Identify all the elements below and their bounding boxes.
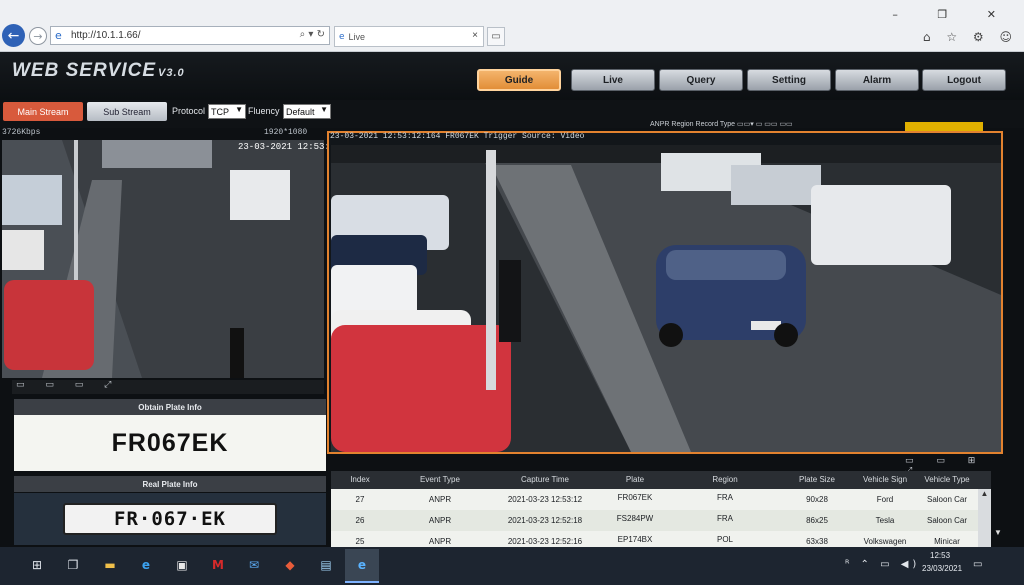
app-gallery-icon[interactable]: ▤: [317, 556, 335, 574]
left-video-scene: [2, 140, 324, 378]
cell-vehicle-sign: Volkswagen: [863, 537, 907, 546]
tray-icons[interactable]: ᴿ ⌃ ▭ ◀): [845, 559, 920, 570]
col-capture-time[interactable]: Capture Time: [505, 475, 585, 484]
cell-capture-time: 2021-03-23 12:52:18: [507, 516, 583, 525]
cell-plate-size: 63x38: [806, 537, 828, 546]
cell-index: 27: [355, 495, 365, 504]
logo-version: V3.0: [158, 67, 185, 79]
tab-title: Live: [348, 31, 366, 42]
real-plate-panel: FR·067·EK: [14, 493, 326, 545]
fluency-label: Fluency: [248, 106, 280, 116]
col-vehicle-type[interactable]: Vehicle Type: [918, 475, 976, 484]
app-red-icon[interactable]: ◆: [281, 556, 299, 574]
cell-index: 25: [355, 537, 365, 546]
window-controls[interactable]: – ❐ ✕: [892, 8, 1014, 21]
col-event-type[interactable]: Event Type: [405, 475, 475, 484]
left-video-timestamp: 23-03-2021 12:53:18: [238, 142, 341, 152]
forward-arrow-icon[interactable]: →: [29, 27, 47, 45]
col-plate-size[interactable]: Plate Size: [790, 475, 844, 484]
ie-tab-icon: e: [339, 31, 345, 42]
col-index[interactable]: Index: [345, 475, 375, 484]
real-plate-image: FR·067·EK: [63, 503, 277, 535]
cell-plate: EP174BX: [617, 535, 653, 544]
fluency-select[interactable]: Default ▼: [283, 104, 331, 119]
left-video-info: 3726Kbps 1920*1080: [2, 128, 322, 140]
protocol-value: TCP: [211, 106, 229, 117]
nav-alarm-button[interactable]: Alarm: [835, 69, 919, 91]
app-logo: WEB SERVICE V3.0: [12, 60, 185, 82]
close-tab-icon[interactable]: ×: [472, 30, 478, 41]
browser-tab-live[interactable]: e Live ×: [334, 26, 484, 47]
resolution: 1920*1080: [264, 128, 308, 137]
cell-vehicle-sign: Ford: [876, 495, 894, 504]
cell-plate: FR067EK: [617, 493, 653, 502]
protocol-select[interactable]: TCP ▼: [208, 104, 246, 119]
file-explorer-icon[interactable]: ▬: [101, 556, 119, 574]
windows-start-icon[interactable]: ⊞: [28, 556, 46, 574]
col-region[interactable]: Region: [700, 475, 750, 484]
main-video-feed[interactable]: [331, 145, 1001, 452]
bitrate: 3726Kbps: [2, 128, 41, 137]
view-layout-tools[interactable]: ▭ ▭ ⊞ ⤢: [905, 456, 995, 476]
mail-icon[interactable]: ✉: [245, 556, 263, 574]
cell-plate: FS284PW: [616, 514, 654, 523]
ie-page-icon: e: [55, 28, 62, 42]
edge-icon[interactable]: e: [137, 556, 155, 574]
cell-region: FRA: [717, 493, 733, 502]
cell-vehicle-type: Saloon Car: [926, 516, 968, 525]
clock-time[interactable]: 12:53: [930, 551, 950, 560]
cell-event-type: ANPR: [428, 516, 452, 525]
cell-event-type: ANPR: [428, 537, 452, 546]
protocol-label: Protocol: [172, 106, 206, 116]
cell-index: 26: [355, 516, 365, 525]
address-bar[interactable]: e http://10.1.1.66/ ⌕ ▾ ↻: [50, 26, 330, 45]
real-plate-title: Real Plate Info: [14, 476, 326, 492]
task-view-icon[interactable]: ❐: [64, 556, 82, 574]
nav-query-button[interactable]: Query: [659, 69, 743, 91]
logo-text: WEB SERVICE: [12, 60, 157, 81]
browser-nav-icons[interactable]: ⌂ ☆ ⚙ ☺: [923, 30, 1018, 44]
scroll-down-icon[interactable]: ▼: [994, 528, 1002, 537]
chevron-down-icon: ▼: [320, 105, 328, 114]
clock-date[interactable]: 23/03/2021: [922, 564, 962, 573]
nav-live-button[interactable]: Live: [571, 69, 655, 91]
notification-icon[interactable]: ▭: [973, 559, 982, 570]
cell-plate-size: 86x25: [806, 516, 828, 525]
cell-region: FRA: [717, 514, 733, 523]
ie-icon[interactable]: e: [353, 556, 371, 574]
cell-plate-size: 90x28: [806, 495, 828, 504]
address-tools-icon[interactable]: ⌕ ▾ ↻: [300, 29, 325, 40]
scroll-up-icon[interactable]: ▲: [978, 489, 991, 498]
cell-vehicle-type: Minicar: [934, 537, 960, 546]
new-tab-button[interactable]: ▭: [487, 27, 505, 46]
cell-region: POL: [716, 535, 733, 544]
left-video-feed[interactable]: [2, 140, 324, 378]
cell-capture-time: 2021-03-23 12:53:12: [507, 495, 583, 504]
left-video-tools[interactable]: ▭ ▭ ▭ ⤢: [12, 380, 324, 394]
store-icon[interactable]: ▣: [173, 556, 191, 574]
nav-guide-button[interactable]: Guide: [477, 69, 561, 91]
col-vehicle-sign[interactable]: Vehicle Sign: [857, 475, 913, 484]
col-plate[interactable]: Plate: [613, 475, 657, 484]
back-arrow-icon[interactable]: ←: [2, 24, 25, 47]
fluency-value: Default: [286, 106, 315, 117]
obtain-plate-value: FR067EK: [14, 415, 326, 471]
nav-logout-button[interactable]: Logout: [922, 69, 1006, 91]
sub-stream-button[interactable]: Sub Stream: [87, 102, 167, 121]
cell-capture-time: 2021-03-23 12:52:16: [507, 537, 583, 546]
mcafee-icon[interactable]: M: [209, 556, 227, 574]
cell-vehicle-sign: Tesla: [875, 516, 895, 525]
cell-event-type: ANPR: [428, 495, 452, 504]
main-stream-button[interactable]: Main Stream: [3, 102, 83, 121]
table-scrollbar[interactable]: ▲: [978, 489, 991, 547]
chevron-down-icon: ▼: [235, 105, 243, 114]
cell-vehicle-type: Saloon Car: [926, 495, 968, 504]
main-video-scene: [331, 145, 1001, 452]
nav-setting-button[interactable]: Setting: [747, 69, 831, 91]
address-url[interactable]: http://10.1.1.66/: [71, 30, 141, 41]
obtain-plate-title: Obtain Plate Info: [14, 399, 326, 415]
main-video-info: 23-03-2021 12:53:12:164 FR067EK Trigger …: [330, 132, 585, 141]
